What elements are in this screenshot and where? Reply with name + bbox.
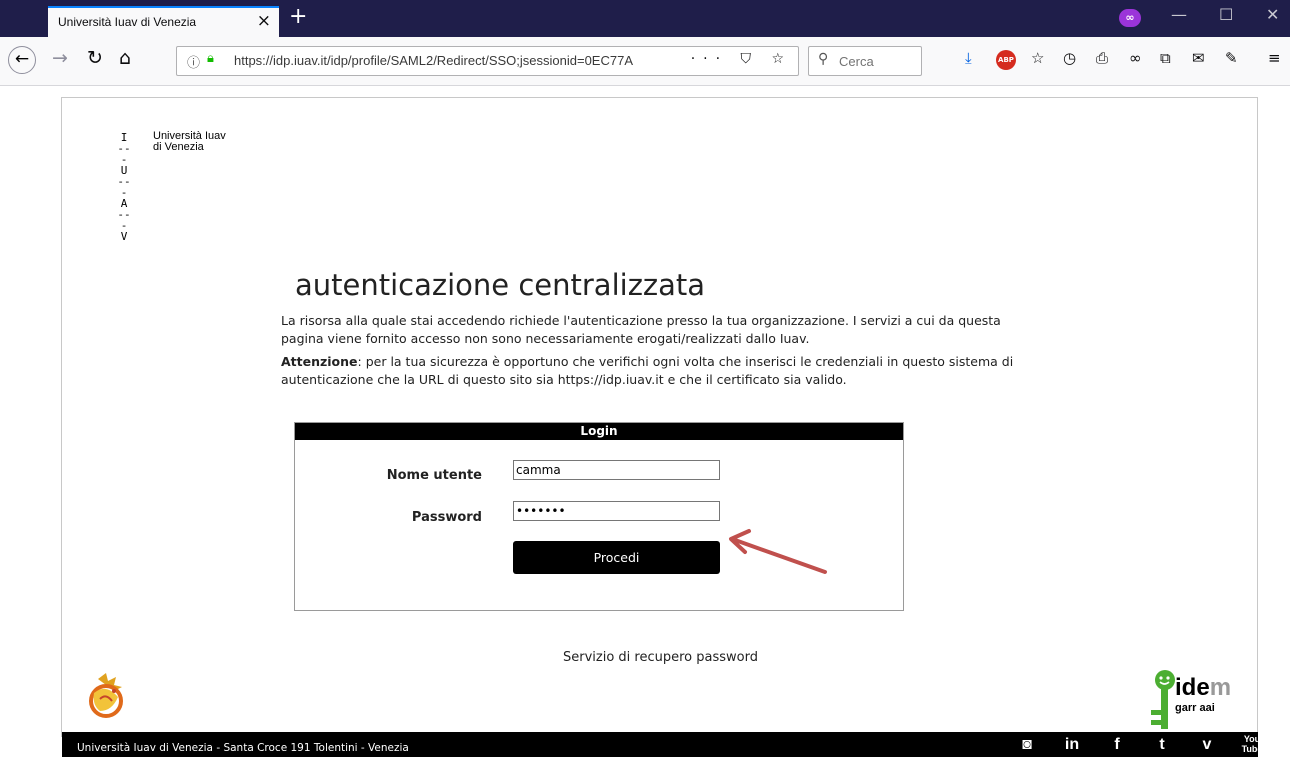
lock-icon[interactable]: 🔒︎ (207, 51, 214, 66)
back-button[interactable]: ← (8, 46, 36, 74)
url-text[interactable]: https://idp.iuav.it/idp/profile/SAML2/Re… (234, 53, 694, 68)
minimize-button[interactable]: — (1171, 5, 1187, 24)
maximize-button[interactable]: ☐ (1219, 5, 1233, 24)
mask-icon[interactable]: ∞ (1129, 49, 1142, 67)
search-bar[interactable]: ⚲ Cerca (808, 46, 922, 76)
url-actions-icons[interactable]: ··· ⛉ ☆ (691, 51, 792, 67)
security-warning: Attenzione: per la tua sicurezza è oppor… (281, 353, 1051, 388)
password-field[interactable] (513, 501, 720, 521)
youtube-icon[interactable]: You Tube (1240, 734, 1264, 756)
iuav-logo-mark: I --- U --- A --- V (117, 132, 131, 242)
griffin-logo (89, 673, 123, 718)
logo-letter: V (120, 230, 128, 243)
search-icon: ⚲ (818, 51, 829, 67)
page-frame (61, 97, 1258, 737)
vimeo-icon[interactable]: v (1195, 734, 1219, 756)
idem-word: ide (1175, 674, 1210, 701)
tab-close-icon[interactable]: × (257, 11, 271, 31)
close-window-button[interactable]: ✕ (1266, 5, 1279, 24)
logo-name-line: di Venezia (153, 141, 204, 153)
menu-icon[interactable]: ≡ (1268, 49, 1281, 67)
warning-text: : per la tua sicurezza è opportuno che v… (281, 354, 1014, 387)
intro-text: La risorsa alla quale stai accedendo ric… (281, 313, 1001, 346)
password-label: Password (411, 510, 482, 525)
print-icon[interactable]: ⎙ (1096, 49, 1108, 67)
page-title: autenticazione centralizzata (295, 268, 706, 302)
linkedin-icon[interactable]: in (1060, 734, 1084, 756)
info-icon[interactable]: ⓘ (187, 52, 200, 71)
history-icon[interactable]: ◷ (1063, 49, 1076, 67)
forward-button[interactable]: → (52, 47, 68, 69)
login-header: Login (295, 423, 903, 440)
download-icon[interactable]: ⤓ (965, 49, 972, 67)
screenshot-icon[interactable]: ⧉ (1160, 49, 1171, 67)
logo-dash: --- (117, 208, 131, 232)
red-arrow-annotation (729, 529, 827, 574)
login-box: Login Nome utente Password Procedi (294, 422, 904, 611)
username-field[interactable] (513, 460, 720, 480)
adblock-icon[interactable]: ABP (996, 50, 1016, 70)
instagram-icon[interactable]: ◙ (1015, 734, 1039, 756)
idem-letter: m (1209, 674, 1232, 701)
password-recovery-link[interactable]: Servizio di recupero password (563, 650, 758, 665)
new-tab-button[interactable]: + (289, 4, 307, 29)
home-button[interactable]: ⌂ (119, 47, 131, 69)
page-footer: Università Iuav di Venezia - Santa Croce… (62, 732, 1262, 757)
bookmark-star-icon[interactable]: ☆ (1031, 49, 1044, 67)
submit-button[interactable]: Procedi (513, 541, 720, 574)
iuav-logo-name: Università Iuav di Venezia (153, 131, 226, 153)
idem-wordmark: idem (1175, 674, 1231, 702)
idem-subtitle: garr aai (1175, 702, 1215, 714)
url-bar[interactable]: ⓘ 🔒︎ https://idp.iuav.it/idp/profile/SAM… (176, 46, 799, 76)
reload-button[interactable]: ↻ (87, 47, 103, 69)
twitter-icon[interactable]: t (1150, 734, 1174, 756)
logo-dash: --- (117, 175, 131, 199)
browser-tabbar: Università Iuav di Venezia × + ∞ — ☐ ✕ (0, 0, 1290, 37)
logo-dash: --- (117, 142, 131, 166)
tab-title: Università Iuav di Venezia (58, 15, 197, 29)
search-input[interactable]: Cerca (839, 54, 874, 69)
username-label: Nome utente (386, 468, 482, 483)
facebook-icon[interactable]: f (1105, 734, 1129, 756)
footer-address: Università Iuav di Venezia - Santa Croce… (77, 742, 409, 754)
private-mask-icon[interactable]: ∞ (1119, 9, 1141, 27)
browser-tab[interactable]: Università Iuav di Venezia × (48, 6, 279, 37)
eyedropper-icon[interactable]: ✎ (1225, 49, 1238, 67)
mail-icon[interactable]: ✉ (1192, 49, 1205, 67)
warning-label: Attenzione (281, 354, 358, 369)
browser-navbar: ← → ↻ ⌂ ⓘ 🔒︎ https://idp.iuav.it/idp/pro… (0, 37, 1290, 86)
